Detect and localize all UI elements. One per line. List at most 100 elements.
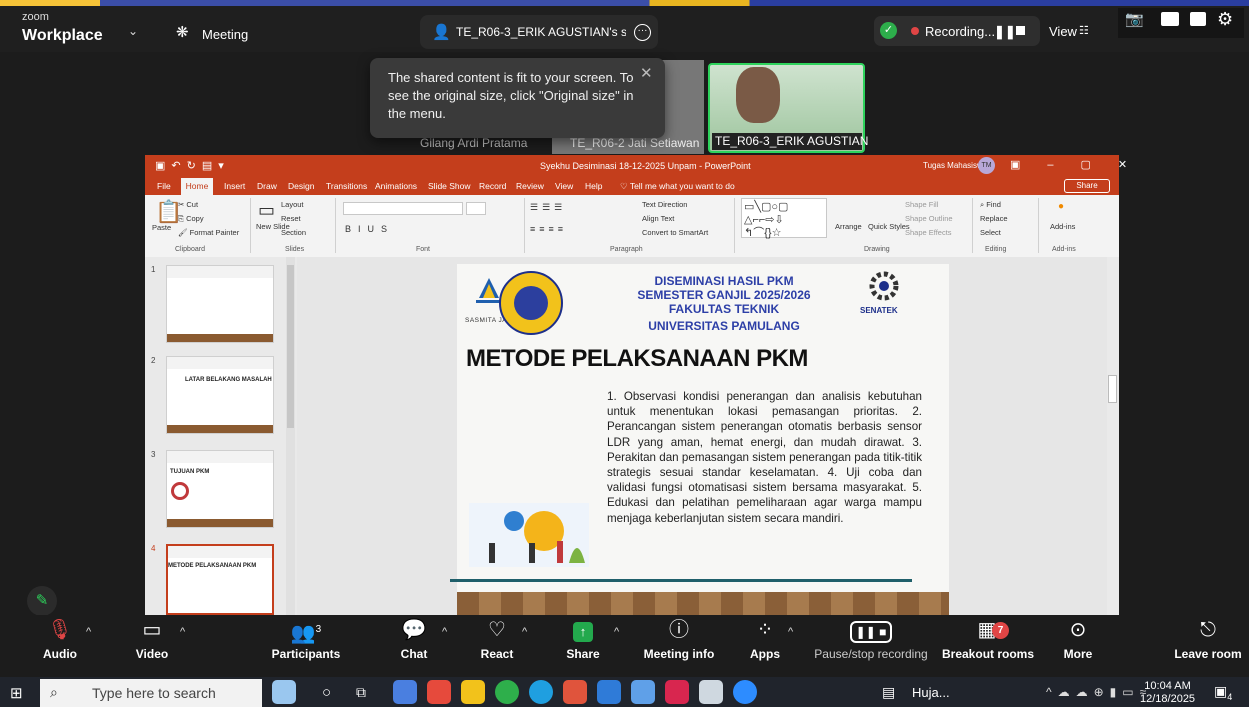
tab-slide-show[interactable]: Slide Show [428,181,471,191]
app-icon[interactable] [393,680,417,704]
shape-outline-button[interactable]: Shape Outline [905,214,953,223]
chevron-up-icon[interactable]: ^ [788,626,793,638]
select-button[interactable]: Select [980,228,1001,237]
find-button[interactable]: ⌕ Find [980,200,1001,210]
leave-room-button[interactable]: ⎋ Leave room [1170,617,1246,661]
slide-thumbnail[interactable] [166,265,274,343]
arrange-button[interactable]: Arrange [835,222,862,231]
format-painter-button[interactable]: 🖌 Format Painter [178,228,239,237]
tab-review[interactable]: Review [516,181,544,191]
chevron-down-icon[interactable]: ⌄ [128,24,138,38]
editor-scrollbar[interactable] [1107,257,1119,615]
align-text-button[interactable]: Align Text [642,214,674,223]
camera-icon[interactable]: 📷 [1125,10,1144,28]
tab-record[interactable]: Record [479,181,506,191]
chrome-profile-icon[interactable] [563,680,587,704]
reset-button[interactable]: Reset [281,214,301,223]
tab-animations[interactable]: Animations [375,181,417,191]
meeting-icon[interactable]: ❋ [176,23,189,41]
zoom-taskbar-icon[interactable] [733,680,757,704]
font-size-select[interactable] [466,202,486,215]
meeting-info-button[interactable]: ⓘ Meeting info [640,617,718,661]
shapes-gallery[interactable]: ▭╲▢○▢ △⌐⌐⇨⇩ ↰⌒{}☆ [741,198,827,239]
convert-smartart-button[interactable]: Convert to SmartArt [642,228,708,237]
notification-center-icon[interactable]: ▣4 [1214,683,1232,702]
layout-button[interactable]: Layout [281,200,304,209]
taskbar-clock[interactable]: 10:04 AM 12/18/2025 [1140,680,1195,706]
quick-access-toolbar[interactable]: ▣↶↻▤▾ [155,159,230,172]
app-icon[interactable] [699,680,723,704]
video-button[interactable]: ▭ Video [132,617,172,661]
more-button[interactable]: ⊙ More [1058,617,1098,661]
participants-button[interactable]: 👥3 Participants [270,617,342,661]
wps-icon[interactable] [665,680,689,704]
cut-button[interactable]: ✂ Cut [178,200,198,209]
replace-button[interactable]: Replace [980,214,1008,223]
chevron-up-icon[interactable]: ^ [180,626,185,638]
tell-me-search[interactable]: ♡ Tell me what you want to do [620,181,735,192]
edge-icon[interactable] [529,680,553,704]
scrollbar-thumb[interactable] [1108,375,1117,403]
chevron-up-icon[interactable]: ^ [522,626,527,638]
tab-home[interactable]: Home [181,178,213,195]
view-button[interactable]: View [1049,24,1077,39]
audio-button[interactable]: 🎙 Audio [40,617,80,661]
tab-draw[interactable]: Draw [257,181,277,191]
align-buttons[interactable]: ≡≡≡≡ [530,224,567,234]
new-slide-icon[interactable]: ▭ [258,200,275,221]
close-icon[interactable]: ✕ [640,64,653,82]
windows-start-icon[interactable]: ⊞ [10,684,23,702]
slide-thumbnail[interactable] [166,356,274,434]
font-style-buttons[interactable]: BIUS [345,224,394,234]
tab-insert[interactable]: Insert [224,181,245,191]
gear-icon[interactable]: ⚙ [1217,9,1233,30]
weather-widget-icon[interactable] [272,680,296,704]
section-button[interactable]: Section [281,228,306,237]
window-icon[interactable]: ▤ [882,684,895,701]
app-icon[interactable] [631,680,655,704]
slide-thumbnail-selected[interactable] [166,544,274,615]
copy-button[interactable]: ⎘ Copy [178,214,204,224]
window-controls[interactable]: ▣–▢✕ [1010,158,1154,171]
file-explorer-icon[interactable] [461,680,485,704]
participant-tile[interactable]: Gilang Ardi Pratama [368,136,546,154]
avatar[interactable]: TM [978,157,995,174]
tab-design[interactable]: Design [288,181,314,191]
more-options-icon[interactable]: ··· [634,24,651,41]
chevron-up-icon[interactable]: ^ [442,626,447,638]
store-icon[interactable] [597,680,621,704]
paste-button[interactable]: Paste [152,223,171,232]
pause-stop-recording-button[interactable]: ❚❚ ■ Pause/stop recording [810,617,932,661]
chevron-up-icon[interactable]: ^ [86,626,91,638]
apps-button[interactable]: ⁘ Apps [748,617,782,661]
chevron-up-icon[interactable]: ^ [614,626,619,638]
text-direction-button[interactable]: Text Direction [642,200,687,209]
whatsapp-icon[interactable] [495,680,519,704]
react-button[interactable]: ♡ React [480,617,514,661]
chrome-icon[interactable] [427,680,451,704]
chat-button[interactable]: 💬 Chat [398,617,430,661]
slide-body-text[interactable]: 1. Observasi kondisi penerangan dan anal… [607,389,922,526]
addins-button[interactable]: Add-ins [1050,222,1075,231]
breakout-rooms-button[interactable]: ▦ Breakout rooms [942,617,1034,661]
grid-view-icon[interactable]: ☷ [1079,24,1089,37]
shape-fill-button[interactable]: Shape Fill [905,200,938,209]
running-app-label[interactable]: Huja... [912,685,950,700]
share-screen-button[interactable]: ↑ Share [566,617,600,661]
annotate-pencil-icon[interactable]: ✎ [27,586,57,616]
task-view-icon[interactable]: ⧉ [356,684,366,701]
shape-effects-button[interactable]: Shape Effects [905,228,952,237]
addins-icon[interactable]: ● [1058,201,1064,212]
list-buttons[interactable]: ☰☰☰ [530,202,566,213]
font-name-select[interactable] [343,202,463,215]
pause-recording-icon[interactable]: ❚❚ [994,24,1016,40]
quick-styles-button[interactable]: Quick Styles [868,222,910,231]
shield-check-icon[interactable]: ✓ [880,22,897,39]
cortana-icon[interactable]: ○ [322,684,331,701]
video-icon[interactable] [1161,12,1179,26]
share-button[interactable]: Share [1064,179,1110,193]
stop-recording-icon[interactable] [1016,26,1025,35]
scrollbar-thumb[interactable] [287,265,294,428]
slide-title[interactable]: METODE PELAKSANAAN PKM [466,345,926,373]
tab-transitions[interactable]: Transitions [326,181,367,191]
